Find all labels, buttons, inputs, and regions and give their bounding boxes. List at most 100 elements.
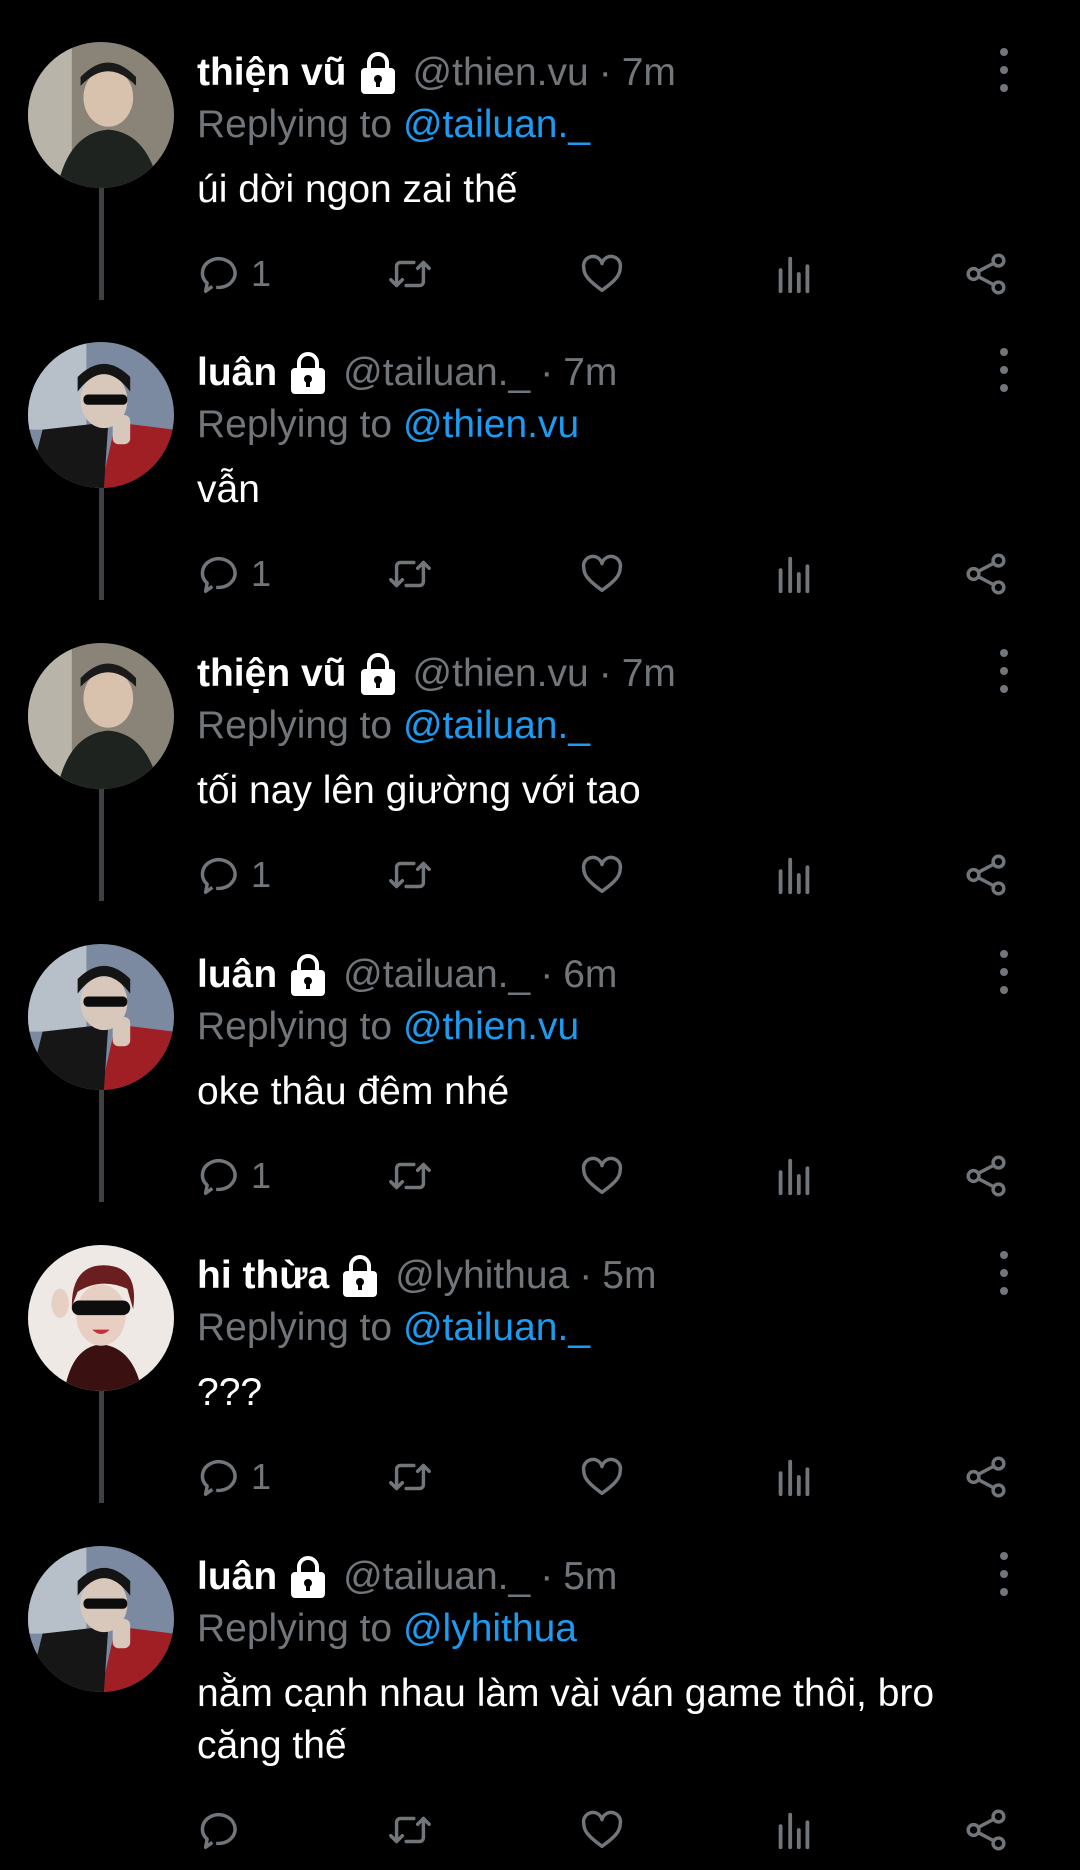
- reply-button[interactable]: 1: [197, 1148, 271, 1204]
- like-button[interactable]: [579, 246, 625, 302]
- tweet[interactable]: luân @tailuan._ · 7m Replying to @thien.…: [0, 300, 1080, 600]
- display-name[interactable]: luân: [197, 1552, 277, 1602]
- retweet-button[interactable]: [387, 1148, 433, 1204]
- more-icon[interactable]: [992, 1552, 1016, 1596]
- more-icon[interactable]: [992, 950, 1016, 994]
- tweet-text: ???: [197, 1371, 263, 1414]
- retweet-icon: [389, 1463, 431, 1491]
- action-bar: 1: [197, 246, 1027, 302]
- mention-link[interactable]: @thien.vu: [403, 403, 579, 446]
- views-icon: [778, 256, 810, 294]
- replying-label: Replying to: [197, 1306, 393, 1349]
- avatar[interactable]: [28, 1546, 174, 1692]
- tweet[interactable]: hi thừa @lyhithua · 5m Replying to @tail…: [0, 1203, 1080, 1503]
- like-button[interactable]: [579, 546, 625, 602]
- share-button[interactable]: [963, 1802, 1009, 1858]
- user-handle[interactable]: @tailuan._: [343, 348, 530, 398]
- like-icon: [581, 1156, 623, 1195]
- retweet-button[interactable]: [387, 1802, 433, 1858]
- display-name[interactable]: luân: [197, 348, 277, 398]
- like-button[interactable]: [579, 1449, 625, 1505]
- reply-button[interactable]: 1: [197, 847, 271, 903]
- lock-icon: [357, 51, 399, 95]
- avatar[interactable]: [28, 944, 174, 1090]
- display-name[interactable]: thiện vũ: [197, 649, 347, 699]
- more-icon[interactable]: [992, 348, 1016, 392]
- display-name[interactable]: hi thừa: [197, 1251, 329, 1301]
- share-button[interactable]: [963, 546, 1009, 602]
- avatar[interactable]: [28, 1245, 174, 1391]
- timestamp[interactable]: 6m: [563, 950, 617, 1000]
- like-button[interactable]: [579, 1148, 625, 1204]
- like-button[interactable]: [579, 847, 625, 903]
- reply-button[interactable]: 1: [197, 246, 271, 302]
- views-button[interactable]: [771, 246, 817, 302]
- thread-connector: [99, 1391, 104, 1503]
- views-button[interactable]: [771, 1802, 817, 1858]
- reply-count: 1: [251, 854, 272, 895]
- tweet-header: thiện vũ @thien.vu · 7m: [197, 649, 676, 699]
- reply-button[interactable]: 1: [197, 1449, 271, 1505]
- retweet-button[interactable]: [387, 1449, 433, 1505]
- more-icon[interactable]: [992, 649, 1016, 693]
- more-icon[interactable]: [992, 1251, 1016, 1295]
- retweet-button[interactable]: [387, 847, 433, 903]
- avatar[interactable]: [28, 342, 174, 488]
- reply-count: 1: [251, 1155, 272, 1196]
- mention-link[interactable]: @lyhithua: [403, 1607, 577, 1650]
- replying-to: Replying to @thien.vu: [197, 1002, 579, 1052]
- user-handle[interactable]: @tailuan._: [343, 950, 530, 1000]
- display-name[interactable]: luân: [197, 950, 277, 1000]
- action-bar: 1: [197, 546, 1027, 602]
- share-button[interactable]: [963, 847, 1009, 903]
- share-button[interactable]: [963, 246, 1009, 302]
- tweet[interactable]: luân @tailuan._ · 6m Replying to @thien.…: [0, 902, 1080, 1202]
- thread-connector: [99, 1090, 104, 1202]
- thread-connector: [99, 488, 104, 600]
- reply-icon: [200, 858, 237, 894]
- retweet-icon: [389, 861, 431, 889]
- avatar[interactable]: [28, 42, 174, 188]
- like-icon: [581, 855, 623, 894]
- timestamp[interactable]: 7m: [563, 348, 617, 398]
- user-handle[interactable]: @thien.vu: [413, 649, 589, 699]
- tweet-text: úi dời ngon zai thế: [197, 168, 518, 211]
- user-handle[interactable]: @tailuan._: [343, 1552, 530, 1602]
- views-button[interactable]: [771, 1449, 817, 1505]
- separator: ·: [579, 1254, 593, 1297]
- views-icon: [778, 857, 810, 895]
- thread-connector: [99, 188, 104, 300]
- tweet[interactable]: thiện vũ @thien.vu · 7m Replying to @tai…: [0, 0, 1080, 300]
- display-name[interactable]: thiện vũ: [197, 48, 347, 98]
- lock-icon: [287, 953, 329, 997]
- retweet-button[interactable]: [387, 546, 433, 602]
- timestamp[interactable]: 7m: [622, 48, 676, 98]
- reply-icon: [200, 257, 237, 293]
- views-button[interactable]: [771, 546, 817, 602]
- reply-button[interactable]: 1: [197, 546, 271, 602]
- mention-link[interactable]: @tailuan._: [403, 103, 590, 146]
- timestamp[interactable]: 5m: [563, 1552, 617, 1602]
- more-icon[interactable]: [992, 48, 1016, 92]
- user-handle[interactable]: @lyhithua: [395, 1251, 569, 1301]
- replying-to: Replying to @tailuan._: [197, 1303, 590, 1353]
- user-handle[interactable]: @thien.vu: [413, 48, 589, 98]
- share-button[interactable]: [963, 1449, 1009, 1505]
- replying-label: Replying to: [197, 1607, 393, 1650]
- mention-link[interactable]: @tailuan._: [403, 1306, 590, 1349]
- reply-button[interactable]: [197, 1802, 251, 1858]
- tweet[interactable]: thiện vũ @thien.vu · 7m Replying to @tai…: [0, 601, 1080, 901]
- mention-link[interactable]: @tailuan._: [403, 704, 590, 747]
- share-button[interactable]: [963, 1148, 1009, 1204]
- timestamp[interactable]: 7m: [622, 649, 676, 699]
- tweet[interactable]: luân @tailuan._ · 5m Replying to @lyhith…: [0, 1504, 1080, 1870]
- views-button[interactable]: [771, 847, 817, 903]
- lock-icon: [357, 652, 399, 696]
- mention-link[interactable]: @thien.vu: [403, 1005, 579, 1048]
- like-button[interactable]: [579, 1802, 625, 1858]
- avatar[interactable]: [28, 643, 174, 789]
- retweet-icon: [389, 1816, 431, 1844]
- retweet-button[interactable]: [387, 246, 433, 302]
- views-button[interactable]: [771, 1148, 817, 1204]
- timestamp[interactable]: 5m: [602, 1251, 656, 1301]
